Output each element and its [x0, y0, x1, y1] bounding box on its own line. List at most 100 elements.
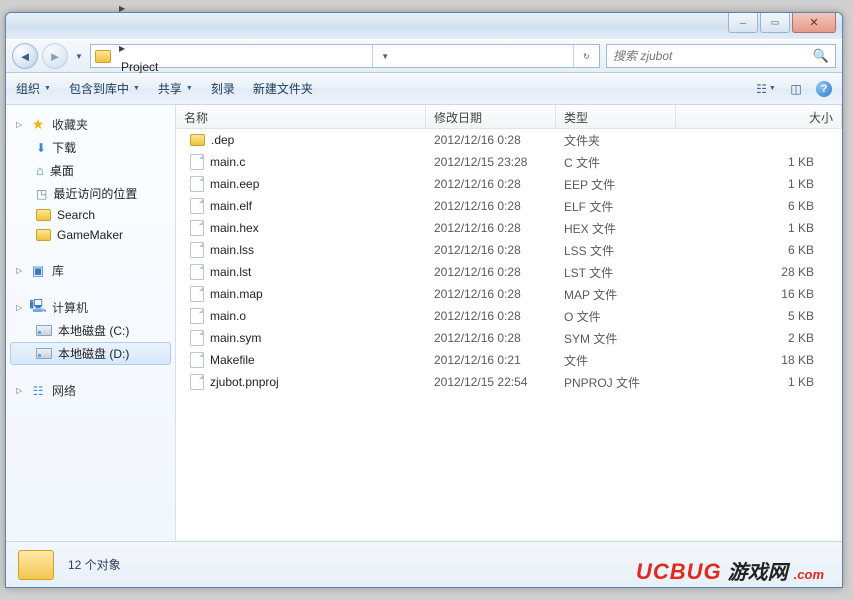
sidebar[interactable]: ▷★ 收藏夹 ⬇下载⌂桌面◳最近访问的位置SearchGameMaker ▷▣ …	[6, 105, 176, 541]
navigation-bar: ◄ ► ▼ 计算机▶本地磁盘 (D:)▶Project▶zjubot▶ ▼ ↻ …	[6, 39, 842, 73]
view-button[interactable]: ☷ ▼	[756, 80, 776, 98]
burn-button[interactable]: 刻录	[211, 80, 235, 97]
column-headers[interactable]: 名称 修改日期 类型 大小	[176, 105, 842, 129]
file-row[interactable]: main.sym2012/12/16 0:28SYM 文件2 KB	[176, 327, 842, 349]
file-size: 2 KB	[676, 331, 842, 345]
history-dropdown[interactable]: ▼	[72, 43, 86, 69]
file-size: 1 KB	[676, 375, 842, 389]
file-row[interactable]: main.c2012/12/15 23:28C 文件1 KB	[176, 151, 842, 173]
file-row[interactable]: main.o2012/12/16 0:28O 文件5 KB	[176, 305, 842, 327]
file-date: 2012/12/16 0:28	[426, 177, 556, 191]
file-name: main.sym	[210, 331, 261, 345]
file-date: 2012/12/16 0:28	[426, 221, 556, 235]
file-date: 2012/12/16 0:28	[426, 309, 556, 323]
close-button[interactable]: ✕	[792, 13, 836, 33]
file-row[interactable]: zjubot.pnproj2012/12/15 22:54PNPROJ 文件1 …	[176, 371, 842, 393]
folder-icon	[18, 550, 54, 580]
file-pane: 名称 修改日期 类型 大小 .dep2012/12/16 0:28文件夹main…	[176, 105, 842, 541]
drive-icon	[36, 348, 52, 359]
titlebar[interactable]: ─ ▭ ✕	[6, 13, 842, 39]
file-type: C 文件	[556, 154, 676, 171]
column-name[interactable]: 名称	[176, 105, 426, 128]
status-bar: 12 个对象 UCBUG 游戏网 .com	[6, 541, 842, 587]
file-row[interactable]: Makefile2012/12/16 0:21文件18 KB	[176, 349, 842, 371]
file-name: main.lss	[210, 243, 254, 257]
file-size: 1 KB	[676, 177, 842, 191]
sidebar-item[interactable]: Search	[10, 205, 171, 225]
file-row[interactable]: main.lss2012/12/16 0:28LSS 文件6 KB	[176, 239, 842, 261]
sidebar-drive[interactable]: 本地磁盘 (C:)	[10, 319, 171, 342]
network-header[interactable]: ▷☷ 网络	[10, 379, 171, 402]
file-type: LST 文件	[556, 264, 676, 281]
sidebar-item[interactable]: ⌂桌面	[10, 159, 171, 182]
file-size: 6 KB	[676, 243, 842, 257]
file-icon	[190, 374, 204, 390]
sidebar-item[interactable]: ⬇下载	[10, 136, 171, 159]
file-row[interactable]: main.lst2012/12/16 0:28LST 文件28 KB	[176, 261, 842, 283]
include-library-button[interactable]: 包含到库中▼	[69, 80, 140, 97]
file-icon	[190, 176, 204, 192]
share-button[interactable]: 共享▼	[158, 80, 193, 97]
new-folder-button[interactable]: 新建文件夹	[253, 80, 313, 97]
sidebar-drive[interactable]: 本地磁盘 (D:)	[10, 342, 171, 365]
file-date: 2012/12/16 0:28	[426, 265, 556, 279]
chevron-right-icon[interactable]: ▶	[115, 4, 129, 13]
file-type: ELF 文件	[556, 198, 676, 215]
file-row[interactable]: main.hex 2012/12/16 0:28HEX 文件1 KB	[176, 217, 842, 239]
back-button[interactable]: ◄	[12, 43, 38, 69]
refresh-icon[interactable]: ↻	[573, 45, 599, 67]
file-row[interactable]: main.elf2012/12/16 0:28ELF 文件6 KB	[176, 195, 842, 217]
file-icon	[190, 352, 204, 368]
sidebar-item[interactable]: GameMaker	[10, 225, 171, 245]
file-size: 1 KB	[676, 221, 842, 235]
file-name: .dep	[211, 133, 234, 147]
body: ▷★ 收藏夹 ⬇下载⌂桌面◳最近访问的位置SearchGameMaker ▷▣ …	[6, 105, 842, 541]
file-type: 文件夹	[556, 132, 676, 149]
column-type[interactable]: 类型	[556, 105, 676, 128]
toolbar: 组织▼ 包含到库中▼ 共享▼ 刻录 新建文件夹 ☷ ▼ ◫ ?	[6, 73, 842, 105]
preview-pane-button[interactable]: ◫	[786, 80, 806, 98]
file-type: PNPROJ 文件	[556, 374, 676, 391]
search-input[interactable]	[613, 49, 809, 63]
address-bar[interactable]: 计算机▶本地磁盘 (D:)▶Project▶zjubot▶ ▼ ↻	[90, 44, 600, 68]
column-size[interactable]: 大小	[676, 105, 842, 128]
file-size: 5 KB	[676, 309, 842, 323]
file-date: 2012/12/16 0:28	[426, 287, 556, 301]
libraries-header[interactable]: ▷▣ 库	[10, 259, 171, 282]
explorer-window: ─ ▭ ✕ ◄ ► ▼ 计算机▶本地磁盘 (D:)▶Project▶zjubot…	[5, 12, 843, 588]
folder-icon	[95, 50, 111, 63]
file-type: EEP 文件	[556, 176, 676, 193]
computer-header[interactable]: ▷🖳 计算机	[10, 296, 171, 319]
file-row[interactable]: main.map2012/12/16 0:28MAP 文件16 KB	[176, 283, 842, 305]
file-size: 1 KB	[676, 155, 842, 169]
file-size: 16 KB	[676, 287, 842, 301]
search-box[interactable]: 🔍	[606, 44, 836, 68]
sidebar-item[interactable]: ◳最近访问的位置	[10, 182, 171, 205]
minimize-button[interactable]: ─	[728, 13, 758, 33]
file-row[interactable]: .dep2012/12/16 0:28文件夹	[176, 129, 842, 151]
forward-button[interactable]: ►	[42, 43, 68, 69]
organize-button[interactable]: 组织▼	[16, 80, 51, 97]
help-button[interactable]: ?	[816, 81, 832, 97]
file-row[interactable]: main.eep2012/12/16 0:28EEP 文件1 KB	[176, 173, 842, 195]
drive-icon	[36, 325, 52, 336]
network-icon: ☷	[30, 383, 46, 398]
file-icon	[190, 220, 204, 236]
file-size: 28 KB	[676, 265, 842, 279]
favorites-header[interactable]: ▷★ 收藏夹	[10, 113, 171, 136]
chevron-right-icon[interactable]: ▶	[115, 44, 129, 53]
file-icon	[190, 154, 204, 170]
file-list[interactable]: .dep2012/12/16 0:28文件夹main.c2012/12/15 2…	[176, 129, 842, 541]
maximize-button[interactable]: ▭	[760, 13, 790, 33]
file-date: 2012/12/16 0:21	[426, 353, 556, 367]
file-date: 2012/12/16 0:28	[426, 243, 556, 257]
file-name: main.hex	[210, 221, 259, 235]
file-name: main.map	[210, 287, 263, 301]
file-icon	[190, 308, 204, 324]
library-icon: ▣	[30, 263, 46, 278]
sidebar-item-label: 下载	[52, 139, 76, 156]
file-type: HEX 文件	[556, 220, 676, 237]
refresh-button[interactable]: ▼	[372, 45, 398, 67]
file-icon	[190, 286, 204, 302]
column-date[interactable]: 修改日期	[426, 105, 556, 128]
